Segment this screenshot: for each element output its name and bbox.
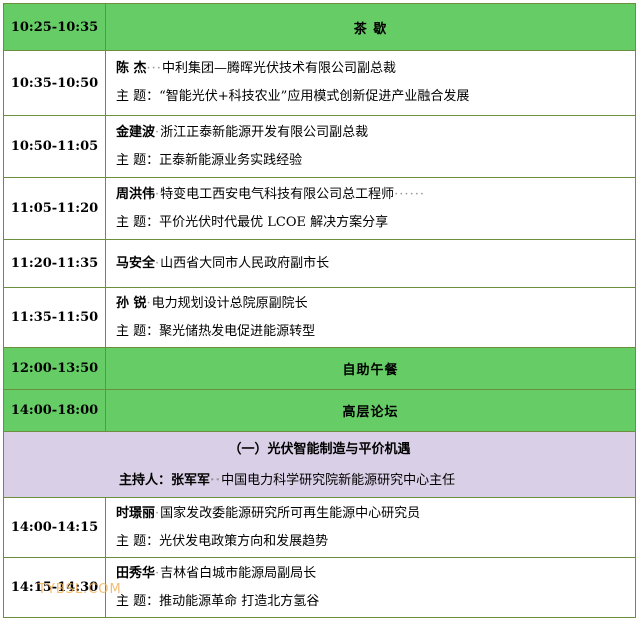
break-title: 茶 歇	[105, 3, 636, 51]
watermark: TYBSL.COM	[38, 582, 122, 597]
topic-label: 主 题：	[116, 214, 160, 230]
agenda-row: 14:00-14:15 时璟丽·国家发改委能源研究所可再生能源中心研究员 主 题…	[3, 497, 636, 558]
time-cell: 10:35-10:50	[3, 50, 106, 116]
time-cell: 10:25-10:35	[3, 3, 106, 51]
time-cell: 14:00-18:00	[3, 389, 106, 432]
host-name: 张军军	[171, 472, 211, 488]
agenda-row: 10:35-10:50 陈 杰···中利集团—腾晖光伏技术有限公司副总裁 主 题…	[3, 50, 636, 116]
speaker-cell: 田秀华·吉林省白城市能源局副局长 主 题：推动能源革命 打造北方氢谷	[105, 557, 636, 618]
agenda-row-break: 12:00-13:50 自助午餐	[3, 347, 636, 390]
speaker-cell: 时璟丽·国家发改委能源研究所可再生能源中心研究员 主 题：光伏发电政策方向和发展…	[105, 497, 636, 558]
topic-text: 推动能源革命 打造北方氢谷	[159, 593, 320, 609]
time-cell: 12:00-13:50	[3, 347, 106, 390]
speaker-org: 国家发改委能源研究所可再生能源中心研究员	[160, 505, 421, 521]
topic-label: 主 题：	[116, 533, 160, 549]
speaker-org: 山西省大同市人民政府副市长	[160, 255, 330, 271]
speaker-name: 孙 锐	[116, 295, 147, 311]
speaker-cell: 孙 锐·电力规划设计总院原副院长 主 题：聚光储热发电促进能源转型	[105, 287, 636, 348]
speaker-org: 浙江正泰新能源开发有限公司副总裁	[160, 124, 369, 140]
host-line: 主持人：张军军··中国电力科学研究院新能源研究中心主任	[119, 472, 456, 488]
break-title: 高层论坛	[105, 389, 636, 432]
agenda-row-break: 10:25-10:35 茶 歇	[3, 3, 636, 51]
topic-text: 光伏发电政策方向和发展趋势	[159, 533, 329, 549]
agenda-row: 11:35-11:50 孙 锐·电力规划设计总院原副院长 主 题：聚光储热发电促…	[3, 287, 636, 348]
time-cell: 10:50-11:05	[3, 115, 106, 178]
speaker-name: 周洪伟	[116, 186, 156, 202]
topic-label: 主 题：	[116, 593, 160, 609]
speaker-name: 陈 杰	[116, 61, 147, 76]
host-org: 中国电力科学研究院新能源研究中心主任	[221, 472, 456, 488]
speaker-org: 特变电工西安电气科技有限公司总工程师	[160, 186, 395, 202]
speaker-name: 时璟丽	[116, 505, 156, 521]
speaker-name: 马安全	[116, 255, 156, 271]
time-cell: 11:35-11:50	[3, 287, 106, 348]
time-cell: 14:00-14:15	[3, 497, 106, 558]
agenda-row: 11:20-11:35 马安全·山西省大同市人民政府副市长	[3, 239, 636, 288]
time-cell: 11:05-11:20	[3, 177, 106, 240]
section-title: （一）光伏智能制造与平价机遇	[228, 441, 411, 457]
topic-text: 聚光储热发电促进能源转型	[159, 323, 316, 339]
topic-label: 主 题：	[116, 152, 160, 168]
topic-text: 正泰新能源业务实践经验	[159, 152, 303, 168]
speaker-cell: 周洪伟·特变电工西安电气科技有限公司总工程师······ 主 题：平价光伏时代最…	[105, 177, 636, 240]
speaker-cell: 金建波·浙江正泰新能源开发有限公司副总裁 主 题：正泰新能源业务实践经验	[105, 115, 636, 178]
agenda-row: 11:05-11:20 周洪伟·特变电工西安电气科技有限公司总工程师······…	[3, 177, 636, 240]
speaker-org: 吉林省白城市能源局副局长	[160, 565, 317, 581]
break-title: 自助午餐	[105, 347, 636, 390]
section-row: （一）光伏智能制造与平价机遇 主持人：张军军··中国电力科学研究院新能源研究中心…	[3, 431, 636, 498]
section-cell: （一）光伏智能制造与平价机遇 主持人：张军军··中国电力科学研究院新能源研究中心…	[3, 431, 636, 498]
agenda-row: 10:50-11:05 金建波·浙江正泰新能源开发有限公司副总裁 主 题：正泰新…	[3, 115, 636, 178]
speaker-org: 中利集团—腾晖光伏技术有限公司副总裁	[161, 61, 396, 76]
speaker-cell: 马安全·山西省大同市人民政府副市长	[105, 239, 636, 288]
topic-label: 主 题：	[116, 323, 160, 339]
agenda-table: 10:25-10:35 茶 歇 10:35-10:50 陈 杰···中利集团—腾…	[3, 3, 636, 618]
speaker-org: 电力规划设计总院原副院长	[151, 295, 308, 311]
topic-text: 平价光伏时代最优 LCOE 解决方案分享	[159, 214, 389, 230]
time-cell: 11:20-11:35	[3, 239, 106, 288]
host-label: 主持人：	[119, 472, 172, 488]
agenda-row-break: 14:00-18:00 高层论坛	[3, 389, 636, 432]
topic-label: 主 题：	[116, 89, 160, 104]
speaker-cell: 陈 杰···中利集团—腾晖光伏技术有限公司副总裁 主 题：“智能光伏+科技农业”…	[105, 50, 636, 116]
speaker-name: 金建波	[116, 124, 156, 140]
topic-text: “智能光伏+科技农业”应用模式创新促进产业融合发展	[159, 89, 470, 104]
